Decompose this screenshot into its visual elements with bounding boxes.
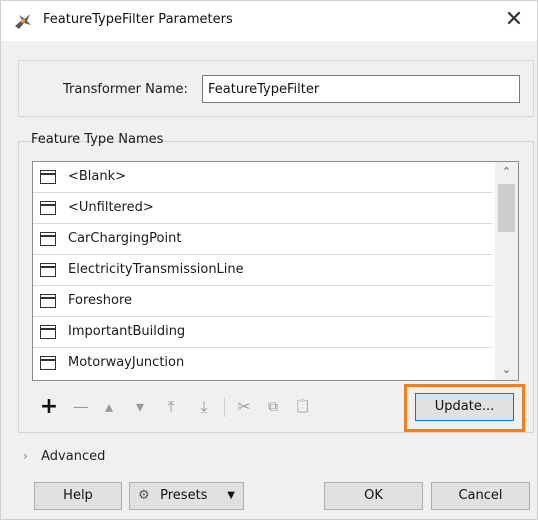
caret-down-icon: ▼ [227,490,235,501]
scroll-thumb[interactable] [498,184,515,232]
ok-button[interactable]: OK [324,482,423,510]
arrow-up-icon: ▴ [104,397,114,416]
advanced-section-toggle[interactable]: › Advanced [23,449,105,464]
cancel-button[interactable]: Cancel [431,482,530,510]
table-icon [40,170,56,184]
table-icon [40,325,56,339]
list-scrollbar[interactable]: ⌃ ⌄ [495,162,518,380]
chevron-right-icon: › [23,449,28,463]
move-down-button[interactable]: ▾ [130,397,150,417]
list-item-label: <Blank> [68,169,127,184]
toolbar-separator [224,397,225,417]
table-icon [40,232,56,246]
feature-type-names-label: Feature Type Names [31,132,164,147]
list-item[interactable]: ImportantBuilding [33,317,493,348]
feature-type-list[interactable]: <Blank> <Unfiltered> CarChargingPoint El… [32,161,519,381]
scroll-down-button[interactable]: ⌄ [495,360,518,380]
list-item[interactable]: MotorwayJunction [33,348,493,379]
gear-icon: ⚙ [138,488,150,503]
feature-type-filter-dialog: FeatureTypeFilter Parameters ✕ Transform… [0,0,538,520]
scroll-up-button[interactable]: ⌃ [495,162,518,182]
presets-button[interactable]: ⚙ Presets ▼ [129,482,244,510]
list-item-label: ImportantBuilding [68,324,186,339]
copy-icon: ⧉ [268,399,278,415]
chevron-up-icon: ⌃ [501,165,512,178]
arrow-down-icon: ▾ [135,397,145,416]
fme-transformer-icon [15,14,31,29]
transformer-name-label: Transformer Name: [63,82,188,97]
table-icon [40,294,56,308]
update-button[interactable]: Update... [415,393,514,421]
list-item[interactable]: Foreshore [33,286,493,317]
list-item-label: <Unfiltered> [68,200,154,215]
move-to-top-button[interactable]: ⤒ [161,397,181,417]
cut-button[interactable]: ✂ [234,397,254,417]
list-item[interactable]: ElectricityTransmissionLine [33,255,493,286]
scissors-icon: ✂ [237,397,251,416]
copy-button[interactable]: ⧉ [263,397,283,417]
move-to-bottom-button[interactable]: ⤓ [194,397,214,417]
plus-icon: + [39,394,59,419]
advanced-label: Advanced [41,449,106,464]
window-title: FeatureTypeFilter Parameters [43,12,233,27]
move-bottom-icon: ⤓ [200,397,208,416]
minus-icon: — [73,397,89,416]
title-bar: FeatureTypeFilter Parameters ✕ [1,1,537,41]
presets-label: Presets [160,488,208,503]
add-row-button[interactable]: + [39,394,59,419]
list-item[interactable]: CarChargingPoint [33,224,493,255]
table-icon [40,356,56,370]
list-item-label: MotorwayJunction [68,355,185,370]
close-button[interactable]: ✕ [499,5,529,35]
table-icon [40,201,56,215]
help-button[interactable]: Help [34,482,122,510]
table-icon [40,263,56,277]
list-item-label: Foreshore [68,293,133,308]
remove-row-button[interactable]: — [71,397,91,417]
list-item-label: ElectricityTransmissionLine [68,262,244,277]
chevron-down-icon: ⌄ [501,363,512,376]
list-item-label: CarChargingPoint [68,231,182,246]
paste-button[interactable]: 📋 [293,397,313,417]
clipboard-icon: 📋 [294,399,312,414]
transformer-name-input[interactable] [202,75,520,103]
move-up-button[interactable]: ▴ [99,397,119,417]
list-item[interactable]: <Blank> [33,162,493,193]
list-item[interactable]: <Unfiltered> [33,193,493,224]
close-icon: ✕ [504,7,524,32]
move-top-icon: ⤒ [167,397,175,416]
